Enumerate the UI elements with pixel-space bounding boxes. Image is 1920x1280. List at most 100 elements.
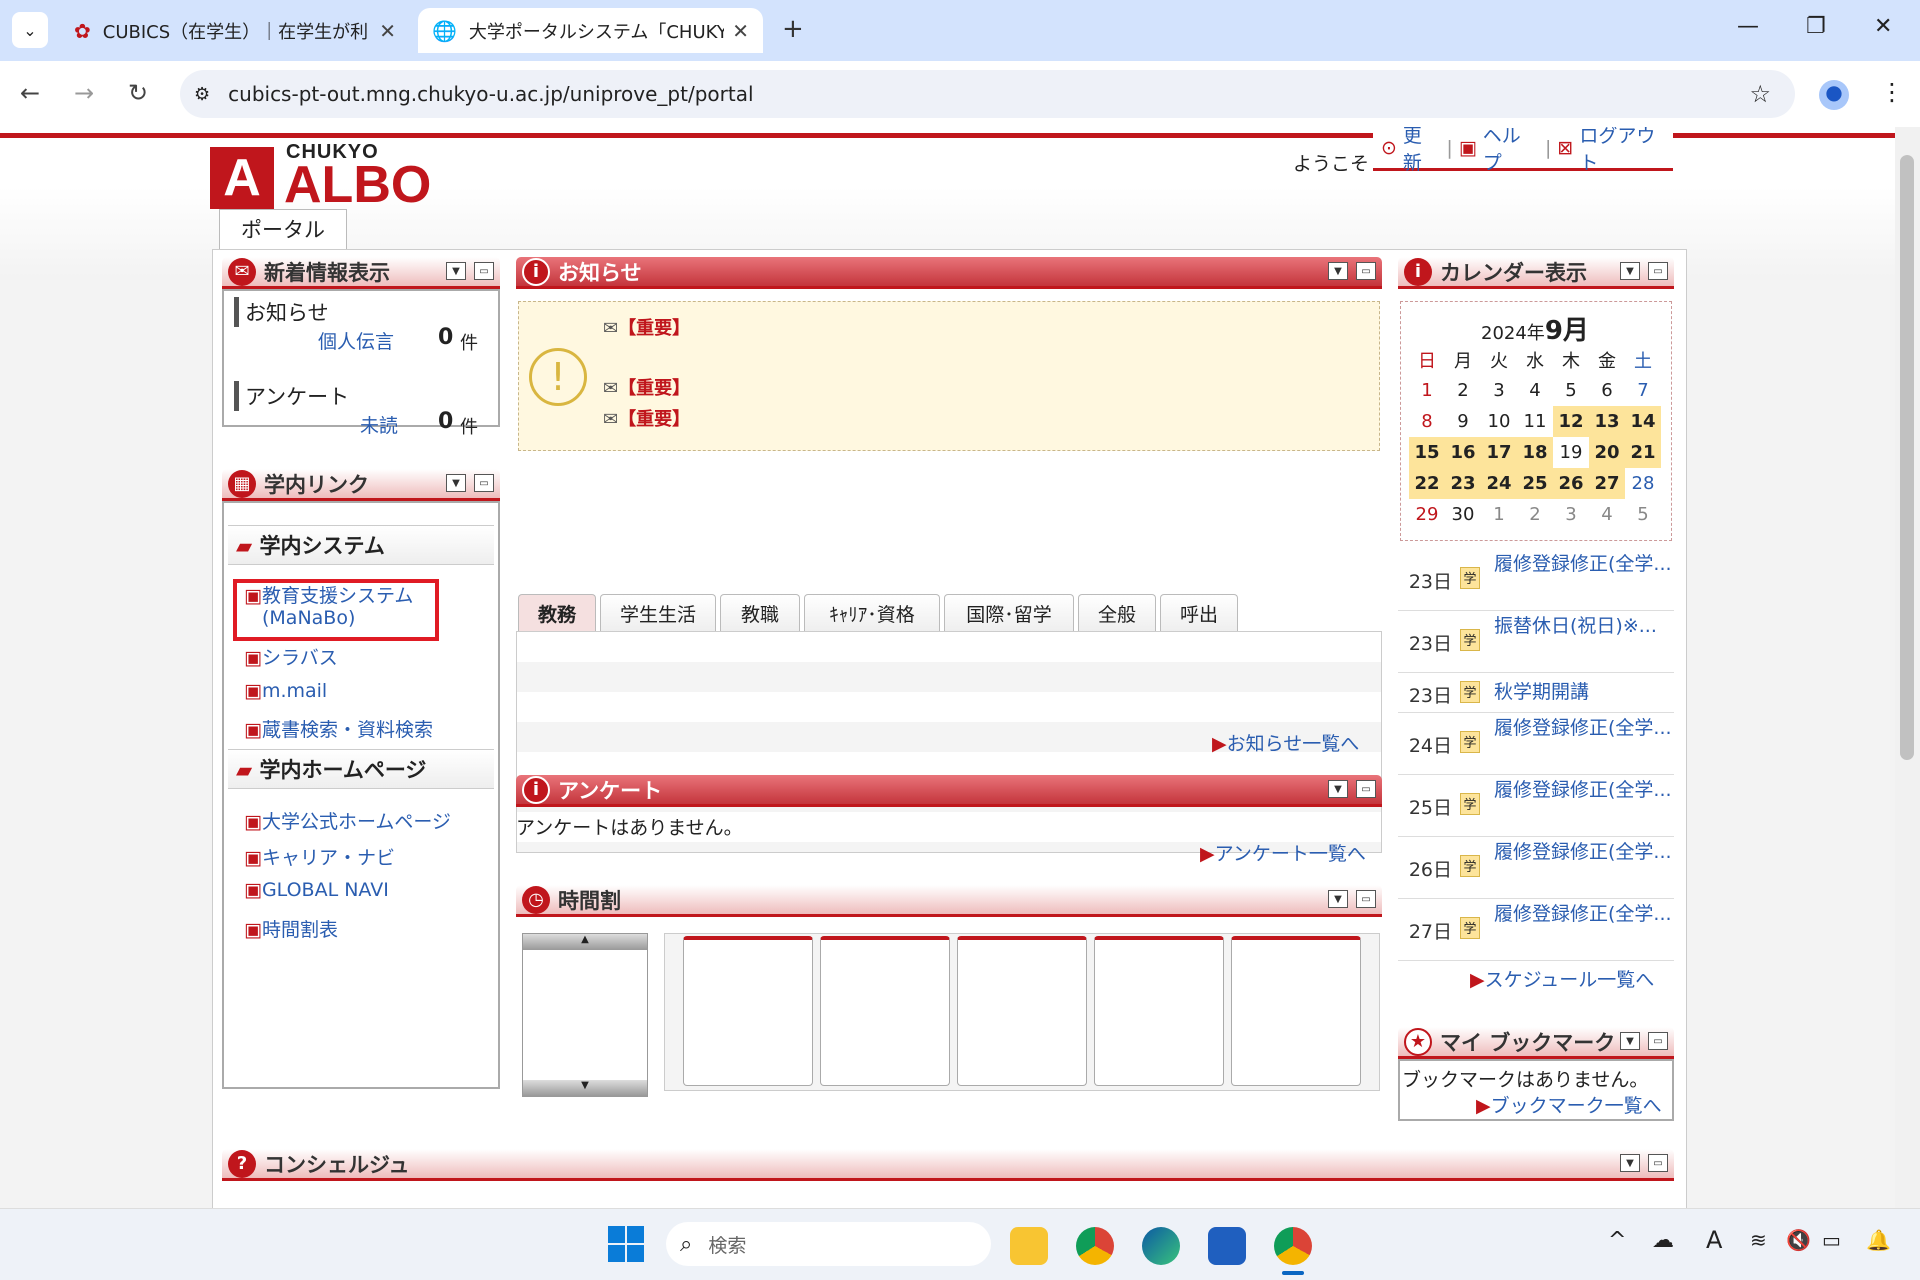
day-cell[interactable]: 19 bbox=[1553, 437, 1589, 468]
period-scroller[interactable]: ▲ ▼ bbox=[522, 933, 648, 1097]
tab-search-button[interactable]: ⌄ bbox=[12, 12, 48, 48]
link-global-navi[interactable]: ▣GLOBAL NAVI bbox=[244, 879, 389, 901]
day-cell[interactable]: 13 bbox=[1589, 406, 1625, 437]
maximize-icon[interactable]: ▭ bbox=[1356, 262, 1376, 280]
store-icon[interactable] bbox=[1208, 1227, 1246, 1265]
back-icon[interactable]: ← bbox=[20, 79, 40, 107]
day-cell[interactable]: 26 bbox=[1553, 468, 1589, 499]
day-cell[interactable]: 8 bbox=[1409, 406, 1445, 437]
address-bar[interactable]: ⚙ cubics-pt-out.mng.chukyo-u.ac.jp/unipr… bbox=[180, 70, 1795, 118]
day-cell[interactable]: 16 bbox=[1445, 437, 1481, 468]
window-close-icon[interactable]: ✕ bbox=[1874, 14, 1892, 39]
new-tab-icon[interactable]: + bbox=[782, 14, 804, 44]
logout-icon[interactable]: ⊠ bbox=[1557, 137, 1573, 159]
close-icon[interactable]: ✕ bbox=[732, 19, 749, 43]
tab-portal-page[interactable]: ポータル bbox=[219, 209, 347, 249]
day-cell[interactable]: 25 bbox=[1517, 468, 1553, 499]
schedule-item[interactable]: 26日学履修登録修正(全学... bbox=[1398, 839, 1674, 899]
day-cell[interactable]: 11 bbox=[1517, 406, 1553, 437]
tab-career[interactable]: ｷｬﾘｱ･資格 bbox=[804, 594, 940, 632]
scrollbar-thumb[interactable] bbox=[1900, 155, 1914, 760]
profile-avatar[interactable]: ● bbox=[1819, 80, 1849, 110]
collapse-icon[interactable]: ▼ bbox=[1328, 262, 1348, 280]
scroll-down-icon[interactable]: ▼ bbox=[523, 1080, 647, 1096]
schedule-more-link[interactable]: ▶スケジュール一覧へ bbox=[1470, 965, 1654, 992]
restore-icon[interactable]: ❐ bbox=[1806, 14, 1826, 39]
day-cell[interactable]: 18 bbox=[1517, 437, 1553, 468]
tab-cubics[interactable]: ✿ CUBICS（在学生）｜在学生が利 ✕ bbox=[60, 8, 410, 53]
schedule-title[interactable]: 履修登録修正(全学... bbox=[1494, 715, 1674, 774]
day-cell[interactable]: 17 bbox=[1481, 437, 1517, 468]
maximize-icon[interactable]: ▭ bbox=[474, 262, 494, 280]
day-cell[interactable]: 20 bbox=[1589, 437, 1625, 468]
refresh-link[interactable]: 更新 bbox=[1403, 127, 1440, 175]
collapse-icon[interactable]: ▼ bbox=[1328, 890, 1348, 908]
tab-teaching[interactable]: 教職 bbox=[720, 594, 800, 632]
page-scrollbar[interactable] bbox=[1895, 127, 1920, 1208]
bookmark-star-icon[interactable]: ☆ bbox=[1749, 80, 1771, 108]
battery-icon[interactable]: ▭ bbox=[1822, 1228, 1841, 1252]
day-cell[interactable]: 3 bbox=[1481, 375, 1517, 406]
tab-international[interactable]: 国際･留学 bbox=[944, 594, 1074, 632]
day-cell[interactable]: 4 bbox=[1517, 375, 1553, 406]
help-link[interactable]: ヘルプ bbox=[1483, 127, 1539, 175]
tab-call[interactable]: 呼出 bbox=[1160, 594, 1238, 632]
maximize-icon[interactable]: ▭ bbox=[1356, 890, 1376, 908]
collapse-icon[interactable]: ▼ bbox=[446, 474, 466, 492]
day-cell[interactable]: 4 bbox=[1589, 499, 1625, 530]
file-explorer-icon[interactable] bbox=[1010, 1227, 1048, 1265]
day-cell[interactable]: 6 bbox=[1589, 375, 1625, 406]
schedule-title[interactable]: 履修登録修正(全学... bbox=[1494, 839, 1674, 898]
schedule-title[interactable]: 振替休日(祝日)※... bbox=[1494, 613, 1674, 672]
day-cell[interactable]: 2 bbox=[1445, 375, 1481, 406]
refresh-icon[interactable]: ⊙ bbox=[1381, 137, 1397, 159]
tray-chevron-icon[interactable]: ^ bbox=[1608, 1228, 1626, 1253]
day-cell[interactable]: 21 bbox=[1625, 437, 1661, 468]
link-syllabus[interactable]: ▣シラバス bbox=[244, 643, 338, 670]
notice-item[interactable]: ✉【重要】 bbox=[603, 405, 690, 431]
logout-link[interactable]: ログアウト bbox=[1579, 127, 1673, 175]
collapse-icon[interactable]: ▼ bbox=[1328, 780, 1348, 798]
edge-icon[interactable] bbox=[1142, 1227, 1180, 1265]
tab-kyomu[interactable]: 教務 bbox=[518, 594, 596, 632]
schedule-item[interactable]: 23日学履修登録修正(全学... bbox=[1398, 551, 1674, 611]
chrome-icon[interactable] bbox=[1076, 1227, 1114, 1265]
day-cell[interactable]: 3 bbox=[1553, 499, 1589, 530]
minimize-icon[interactable]: — bbox=[1737, 14, 1759, 39]
day-cell[interactable]: 12 bbox=[1553, 406, 1589, 437]
notice-more-link[interactable]: ▶お知らせ一覧へ bbox=[1212, 729, 1359, 756]
day-cell[interactable]: 30 bbox=[1445, 499, 1481, 530]
help-icon[interactable]: ▣ bbox=[1459, 137, 1477, 159]
day-cell[interactable]: 5 bbox=[1625, 499, 1661, 530]
day-cell[interactable]: 9 bbox=[1445, 406, 1481, 437]
link-career-navi[interactable]: ▣キャリア・ナビ bbox=[244, 843, 395, 870]
chrome-active-icon[interactable] bbox=[1274, 1227, 1312, 1265]
menu-icon[interactable]: ⋮ bbox=[1880, 78, 1904, 106]
unread-link[interactable]: 未読 bbox=[360, 411, 398, 438]
schedule-title[interactable]: 履修登録修正(全学... bbox=[1494, 777, 1674, 836]
link-mmail[interactable]: ▣m.mail bbox=[244, 680, 327, 702]
volume-icon[interactable]: 🔇 bbox=[1786, 1228, 1811, 1252]
day-cell[interactable]: 2 bbox=[1517, 499, 1553, 530]
schedule-item[interactable]: 24日学履修登録修正(全学... bbox=[1398, 715, 1674, 775]
schedule-item[interactable]: 27日学履修登録修正(全学... bbox=[1398, 901, 1674, 961]
maximize-icon[interactable]: ▭ bbox=[474, 474, 494, 492]
scroll-up-icon[interactable]: ▲ bbox=[523, 934, 647, 950]
site-info-icon[interactable]: ⚙ bbox=[194, 84, 210, 105]
maximize-icon[interactable]: ▭ bbox=[1648, 1032, 1668, 1050]
day-cell[interactable]: 29 bbox=[1409, 499, 1445, 530]
survey-more-link[interactable]: ▶アンケート一覧へ bbox=[1200, 839, 1366, 866]
schedule-title[interactable]: 秋学期開講 bbox=[1494, 675, 1674, 712]
collapse-icon[interactable]: ▼ bbox=[1620, 1154, 1640, 1172]
forward-icon[interactable]: → bbox=[74, 79, 94, 107]
notification-icon[interactable]: 🔔 bbox=[1866, 1228, 1891, 1252]
tab-general[interactable]: 全般 bbox=[1078, 594, 1156, 632]
day-cell[interactable]: 1 bbox=[1481, 499, 1517, 530]
maximize-icon[interactable]: ▭ bbox=[1648, 1154, 1668, 1172]
ime-icon[interactable]: A bbox=[1706, 1226, 1722, 1254]
schedule-title[interactable]: 履修登録修正(全学... bbox=[1494, 551, 1674, 610]
day-cell[interactable]: 22 bbox=[1409, 468, 1445, 499]
link-manabo[interactable]: ▣教育支援システム (MaNaBo) bbox=[244, 585, 413, 629]
reload-icon[interactable]: ↻ bbox=[128, 79, 148, 107]
day-cell[interactable]: 28 bbox=[1625, 468, 1661, 499]
